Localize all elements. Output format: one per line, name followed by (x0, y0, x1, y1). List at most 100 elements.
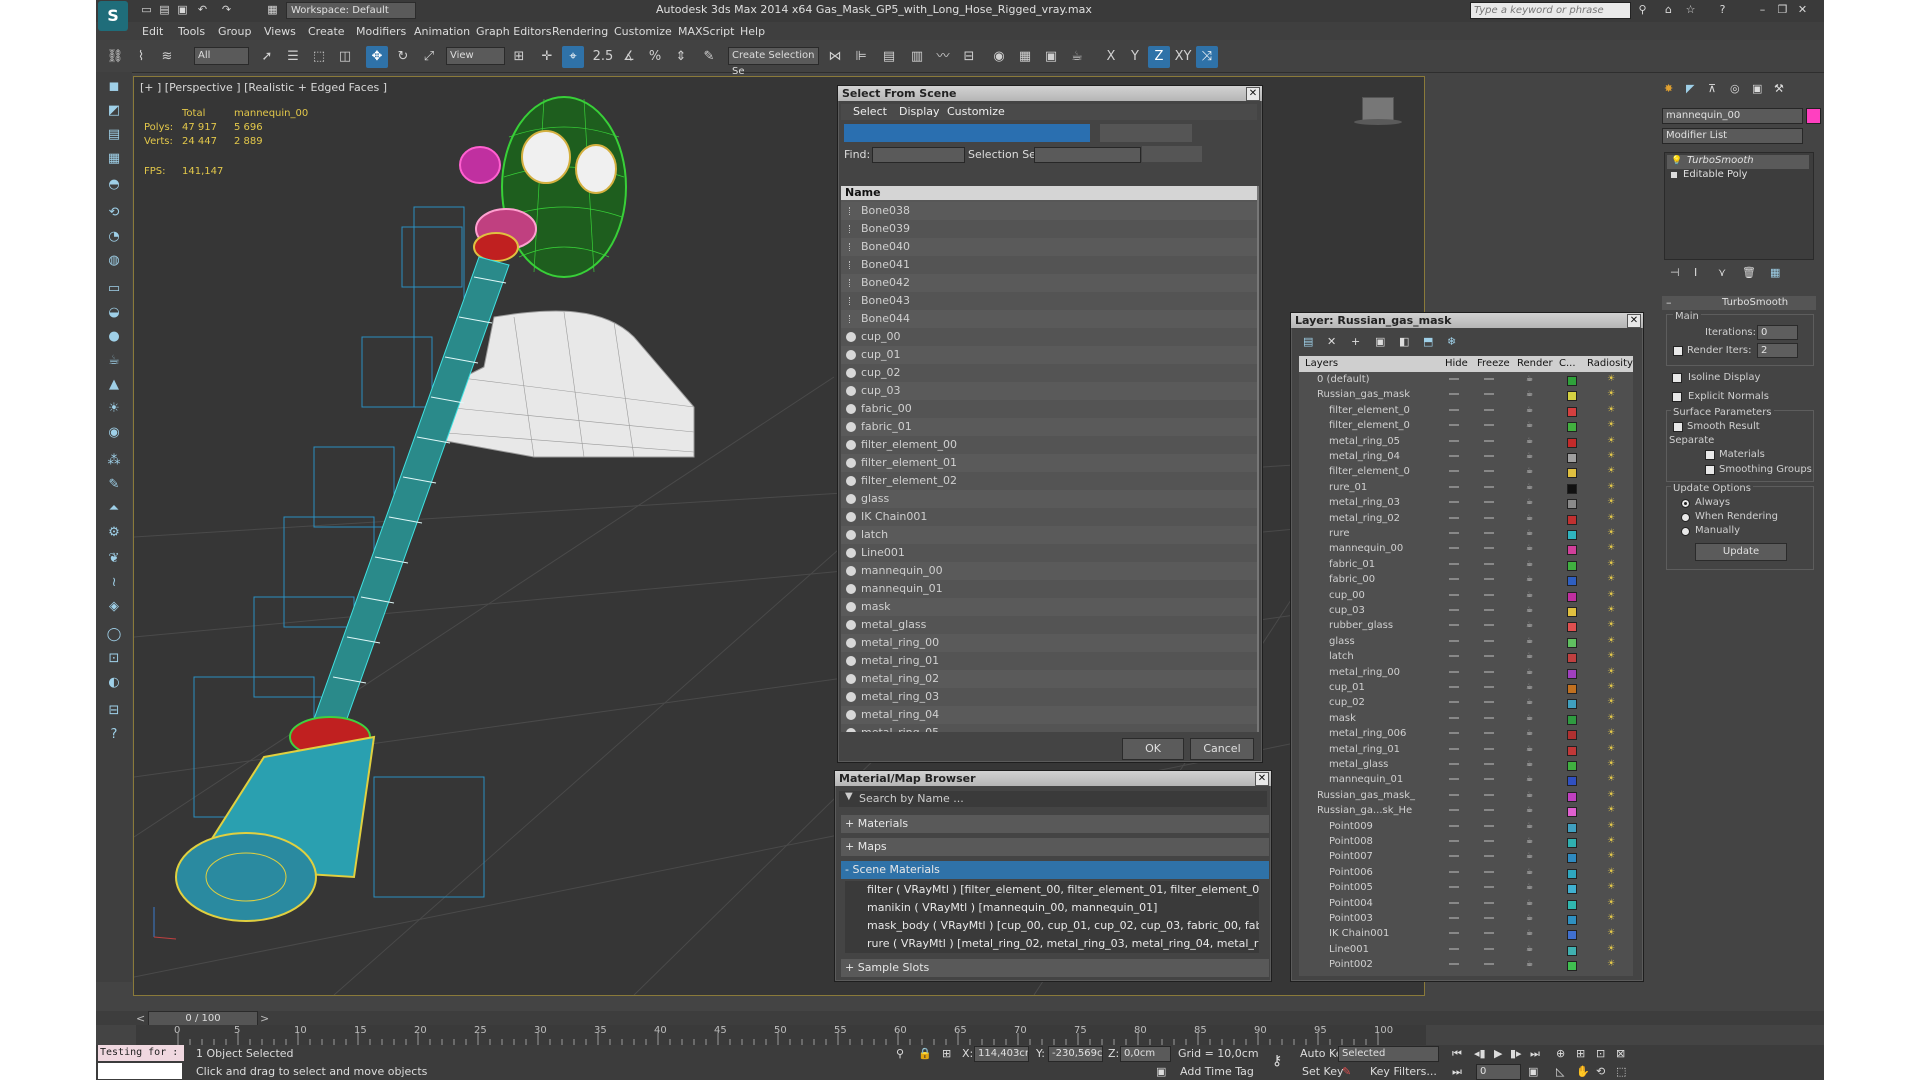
layer-row[interactable]: fabric_01 ☕ ☀ (1299, 557, 1633, 572)
previous-frame-icon[interactable]: ◂▮ (1474, 1047, 1486, 1060)
select-and-rotate-icon[interactable]: ↻ (392, 46, 414, 68)
orbit-icon[interactable]: ⟲ (1596, 1065, 1605, 1078)
radiosity-icon[interactable]: ☀ (1607, 929, 1616, 938)
select-and-scale-icon[interactable]: ⤢ (418, 46, 440, 68)
delete-layer-icon[interactable]: ✕ (1327, 335, 1336, 348)
layer-color-swatch[interactable] (1567, 591, 1577, 602)
binoculars-icon[interactable]: ⚲ (1636, 3, 1649, 16)
modify-tab-icon[interactable]: ◤ (1686, 82, 1694, 95)
layer-row[interactable]: cup_01 ☕ ☀ (1299, 680, 1633, 695)
col-hide[interactable]: Hide (1445, 358, 1468, 369)
render-teapot-icon[interactable]: ☕ (1526, 513, 1535, 522)
material-row-filter[interactable]: filter ( VRayMtl ) [filter_element_00, f… (845, 881, 1259, 899)
sun-icon[interactable]: ☀ (102, 398, 126, 420)
layer-color-swatch[interactable] (1567, 437, 1577, 448)
geometry-icon[interactable]: ◼ (102, 76, 126, 98)
axis-constraint-z[interactable]: Z (1148, 46, 1170, 68)
radiosity-icon[interactable]: ☀ (1607, 790, 1616, 800)
col-radiosity[interactable]: Radiosity (1587, 358, 1633, 369)
radiosity-icon[interactable]: ☀ (1607, 729, 1616, 738)
freeze-toggle[interactable] (1484, 378, 1494, 380)
freeze-toggle[interactable] (1484, 963, 1494, 966)
freeze-toggle[interactable] (1484, 763, 1494, 765)
pivot-center-icon[interactable]: ⊞ (508, 46, 530, 68)
minimize-icon[interactable]: – (1756, 3, 1769, 16)
layer-row[interactable]: rure_01 ☕ ☀ (1299, 480, 1633, 495)
hide-toggle[interactable] (1449, 470, 1459, 473)
hide-toggle[interactable] (1449, 793, 1459, 796)
pin-stack-icon[interactable]: ⊣ (1670, 266, 1680, 279)
sfs-object-row[interactable]: Bone044 (841, 310, 1257, 328)
stack-item-editable-poly[interactable]: Editable Poly (1667, 169, 1809, 183)
layer-color-swatch[interactable] (1567, 868, 1577, 879)
render-teapot-icon[interactable]: ☕ (1526, 652, 1535, 660)
select-and-move-icon[interactable]: ✥ (366, 46, 388, 68)
layer-row[interactable]: glass ☕ ☀ (1299, 634, 1633, 649)
communication-center-icon[interactable]: ⌂ (1662, 3, 1675, 16)
render-teapot-icon[interactable]: ☕ (1526, 544, 1535, 552)
radiosity-icon[interactable]: ☀ (1607, 883, 1616, 892)
side-filter-magenta[interactable] (459, 146, 501, 184)
hide-toggle[interactable] (1449, 670, 1459, 673)
radiosity-icon[interactable]: ☀ (1607, 606, 1616, 615)
radiosity-icon[interactable]: ☀ (1607, 806, 1616, 815)
search-input[interactable]: Type a keyword or phrase (1470, 2, 1631, 19)
sphere-blue-icon[interactable]: ◯ (102, 624, 126, 646)
sfs-cancel-button[interactable]: Cancel (1190, 738, 1254, 760)
sfs-object-row[interactable]: fabric_01 (841, 418, 1257, 436)
sphere-icon[interactable]: ● (102, 326, 126, 348)
render-teapot-icon[interactable]: ☕ (1526, 590, 1535, 599)
utilities-tab-icon[interactable]: ⚒ (1774, 82, 1784, 95)
freeze-toggle[interactable] (1484, 917, 1494, 919)
project-folder-icon[interactable]: ▦ (266, 3, 279, 16)
current-frame-field[interactable]: 0 (1476, 1064, 1521, 1080)
layer-color-swatch[interactable] (1567, 376, 1577, 386)
undo-icon[interactable]: ↶ (196, 3, 209, 16)
layer-color-swatch[interactable] (1567, 637, 1577, 648)
show-end-result-icon[interactable]: Ⅰ (1694, 266, 1697, 279)
layer-row[interactable]: Point008 ☕ ☀ (1299, 834, 1633, 849)
radiosity-icon[interactable]: ☀ (1607, 529, 1616, 538)
layer-color-swatch[interactable] (1567, 560, 1577, 571)
render-teapot-icon[interactable]: ☕ (1526, 960, 1535, 968)
freeze-all-icon[interactable]: ❄ (1447, 335, 1456, 348)
layer-row[interactable]: Point007 ☕ ☀ (1299, 849, 1633, 864)
radiosity-icon[interactable]: ☀ (1607, 760, 1616, 769)
mmb-section-scene-materials[interactable]: - Scene Materials (841, 861, 1269, 879)
stack-item-turbosmooth[interactable]: 💡 TurboSmooth (1667, 155, 1809, 169)
sfs-object-row[interactable]: Bone040 (841, 238, 1257, 256)
sfs-object-list[interactable]: Name Bone038 Bone039 Bone040 Bone041 Bone042… (841, 186, 1257, 732)
layer-dialog-title[interactable]: Layer: Russian_gas_mask (1291, 313, 1643, 328)
mmb-search-bar[interactable]: ▼ Search by Name ... (839, 791, 1267, 807)
select-by-name-icon[interactable]: ☰ (282, 46, 304, 68)
layer-color-swatch[interactable] (1567, 514, 1577, 525)
cloth-icon[interactable]: ◈ (102, 596, 126, 618)
layer-row[interactable]: metal_ring_01 ☕ ☀ (1299, 742, 1633, 757)
hide-toggle[interactable] (1449, 870, 1459, 873)
sfs-find-input[interactable] (872, 147, 965, 163)
sfs-filter-toolbar[interactable] (844, 124, 1090, 142)
turbosmooth-rollout-header[interactable]: – TurboSmooth (1662, 296, 1816, 310)
layer-color-swatch[interactable] (1567, 776, 1577, 787)
layer-row[interactable]: Russian_ga...sk_He ☕ ☀ (1299, 803, 1633, 818)
motion-tab-icon[interactable]: ◎ (1730, 82, 1740, 95)
x-coordinate-field[interactable]: 114,403cm (974, 1046, 1029, 1062)
sfs-object-row[interactable]: Bone042 (841, 274, 1257, 292)
display-tab-icon[interactable]: ▣ (1752, 82, 1762, 95)
radiosity-icon[interactable]: ☀ (1607, 652, 1616, 661)
sfs-object-row[interactable]: metal_ring_01 (841, 652, 1257, 670)
sfs-object-row[interactable]: metal_ring_05 (841, 724, 1257, 732)
torus-icon[interactable]: ◍ (102, 250, 126, 272)
freeze-toggle[interactable] (1484, 578, 1494, 581)
layer-manager-icon[interactable]: ▤ (878, 46, 900, 68)
freeze-toggle[interactable] (1484, 501, 1494, 504)
layer-color-swatch[interactable] (1567, 622, 1577, 633)
render-iters-spinner[interactable]: 2 (1757, 343, 1798, 358)
sfs-menu-display[interactable]: Display (899, 105, 940, 118)
layer-color-swatch[interactable] (1567, 730, 1577, 741)
shapes-icon[interactable]: ◩ (102, 100, 126, 122)
close-icon[interactable]: ✕ (1796, 3, 1809, 16)
layer-color-swatch[interactable] (1567, 961, 1577, 972)
render-teapot-icon[interactable]: ☕ (1526, 914, 1535, 922)
freeze-toggle[interactable] (1484, 855, 1494, 858)
